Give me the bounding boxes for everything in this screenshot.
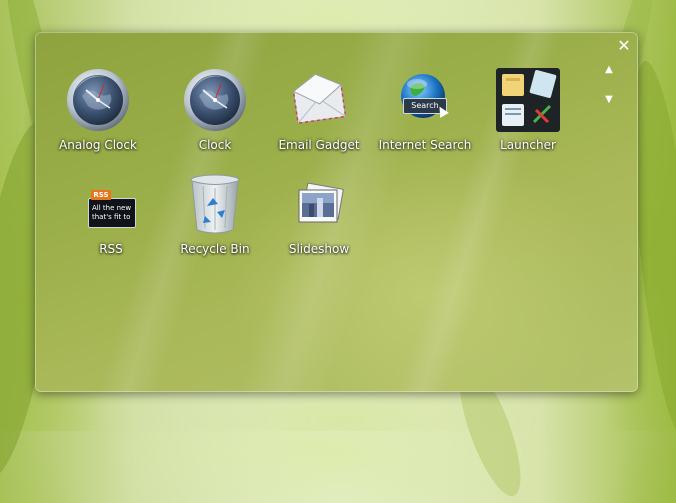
gadget-label: RSS: [99, 242, 123, 256]
gadget-label: Internet Search: [378, 138, 472, 152]
clock-icon: [183, 68, 247, 132]
gadget-label: Recycle Bin: [180, 242, 250, 256]
close-button[interactable]: ✕: [616, 38, 632, 54]
arrow-up-icon: ▲: [605, 64, 613, 75]
analog-clock-icon: [66, 68, 130, 132]
gadget-label: Slideshow: [288, 242, 350, 256]
rss-badge: RSS: [91, 190, 111, 200]
gadget-recycle-bin[interactable]: Recycle Bin: [165, 172, 265, 256]
internet-search-globe-icon: Search: [393, 68, 457, 132]
gadget-rss[interactable]: RSS All the new that's fit to RSS: [61, 178, 161, 256]
close-icon: ✕: [617, 36, 631, 55]
gadget-label: Analog Clock: [59, 138, 137, 152]
launcher-icon: [496, 68, 560, 132]
gadget-analog-clock[interactable]: Analog Clock: [48, 68, 148, 152]
gadget-email[interactable]: Email Gadget: [269, 68, 369, 152]
rss-headline-1: All the new: [92, 204, 132, 212]
gadget-clock[interactable]: Clock: [165, 68, 265, 152]
gadget-label: Launcher: [500, 138, 556, 152]
slideshow-photos-icon: [287, 172, 351, 236]
rss-headline-2: that's fit to: [92, 213, 131, 221]
scroll-down-button[interactable]: ▼: [601, 94, 617, 106]
gadget-label: Email Gadget: [278, 138, 360, 152]
gadget-launcher[interactable]: Launcher: [478, 68, 578, 152]
gadget-internet-search[interactable]: Search Internet Search: [375, 68, 475, 152]
rss-feed-icon: RSS All the new that's fit to: [88, 188, 136, 228]
gadget-gallery-panel: ✕ ▲ ▼ Analog Clock Clock Email Gadget Se…: [35, 32, 638, 392]
arrow-down-icon: ▼: [605, 94, 613, 105]
gadget-label: Clock: [198, 138, 232, 152]
gadget-slideshow[interactable]: Slideshow: [269, 172, 369, 256]
recycle-bin-icon: [183, 172, 247, 236]
email-envelope-icon: [287, 68, 351, 132]
scroll-up-button[interactable]: ▲: [601, 64, 617, 76]
